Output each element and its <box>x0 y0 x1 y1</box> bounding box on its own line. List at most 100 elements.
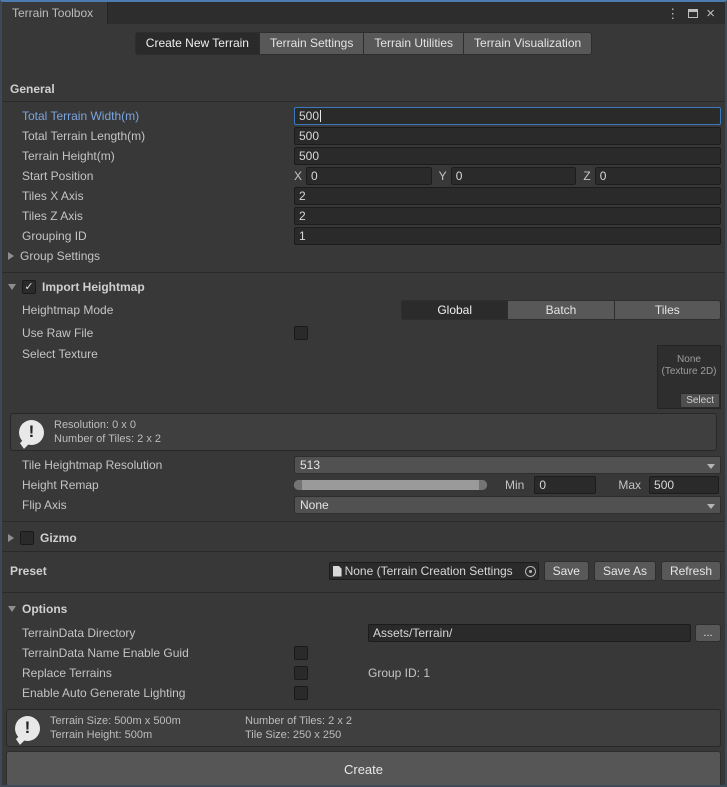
texture-select-button[interactable]: Select <box>680 393 720 408</box>
chevron-down-icon[interactable] <box>8 606 16 612</box>
row-height-remap: Height Remap Min 0 Max 500 <box>2 475 725 495</box>
separator <box>2 551 725 552</box>
total-terrain-length-label: Total Terrain Length(m) <box>22 129 294 143</box>
chevron-down-icon <box>707 464 715 469</box>
terraindata-name-guid-label: TerrainData Name Enable Guid <box>22 646 294 660</box>
row-terraindata-directory: TerrainData Directory Assets/Terrain/ ..… <box>2 623 725 643</box>
tab-terrain-settings[interactable]: Terrain Settings <box>260 32 364 55</box>
row-replace-terrains: Replace Terrains Group ID: 1 <box>2 663 725 683</box>
texture-type-text: (Texture 2D) <box>661 366 716 378</box>
gizmo-section: Gizmo <box>2 528 725 548</box>
menu-kebab-icon[interactable]: ⋮ <box>663 7 682 20</box>
row-select-texture: Select Texture None (Texture 2D) Select <box>2 343 725 409</box>
replace-terrains-checkbox[interactable] <box>294 666 308 680</box>
select-texture-label: Select Texture <box>22 345 294 361</box>
preset-label: Preset <box>10 564 47 578</box>
preset-save-as-button[interactable]: Save As <box>594 561 656 581</box>
import-heightmap-checkbox[interactable]: ✓ <box>22 280 36 294</box>
window-titlebar: Terrain Toolbox ⋮ × <box>2 2 725 24</box>
start-position-z-field[interactable]: 0 <box>595 167 721 185</box>
height-remap-slider[interactable] <box>294 480 487 490</box>
max-label: Max <box>618 478 645 492</box>
preset-object-field[interactable]: None (Terrain Creation Settings <box>329 562 539 580</box>
total-terrain-width-label: Total Terrain Width(m) <box>22 109 294 123</box>
enable-auto-lighting-label: Enable Auto Generate Lighting <box>22 686 294 700</box>
preset-save-button[interactable]: Save <box>544 561 589 581</box>
window-tab[interactable]: Terrain Toolbox <box>2 2 108 24</box>
preset-object-value: None (Terrain Creation Settings <box>345 564 522 578</box>
heightmap-mode-batch-button[interactable]: Batch <box>508 300 614 320</box>
resolution-line: Resolution: 0 x 0 <box>54 418 161 432</box>
flip-axis-dropdown[interactable]: None <box>294 496 721 514</box>
info-icon: ! <box>15 716 40 741</box>
terraindata-directory-field[interactable]: Assets/Terrain/ <box>368 624 691 642</box>
row-tiles-x-axis: Tiles X Axis 2 <box>2 186 725 206</box>
slider-max-handle[interactable] <box>479 480 487 490</box>
min-label: Min <box>505 478 528 492</box>
enable-auto-lighting-checkbox[interactable] <box>294 686 308 700</box>
tile-heightmap-resolution-dropdown[interactable]: 513 <box>294 456 721 474</box>
window-controls: ⋮ × <box>663 2 725 24</box>
heightmap-mode-toggle: Global Batch Tiles <box>401 300 721 320</box>
heightmap-mode-global-button[interactable]: Global <box>401 300 508 320</box>
import-heightmap-label: Import Heightmap <box>42 280 145 294</box>
use-raw-file-checkbox[interactable] <box>294 326 308 340</box>
chevron-right-icon[interactable] <box>8 534 14 542</box>
preset-refresh-button[interactable]: Refresh <box>661 561 721 581</box>
tab-create-new-terrain[interactable]: Create New Terrain <box>135 32 260 55</box>
tiles-x-axis-field[interactable]: 2 <box>294 187 721 205</box>
separator <box>2 592 725 593</box>
tab-terrain-utilities[interactable]: Terrain Utilities <box>364 32 464 55</box>
tab-terrain-visualization[interactable]: Terrain Visualization <box>464 32 592 55</box>
height-remap-min-field[interactable]: 0 <box>534 476 596 494</box>
y-axis-label: Y <box>439 169 451 183</box>
chevron-down-icon <box>707 504 715 509</box>
total-terrain-width-field[interactable]: 500 <box>294 107 721 125</box>
options-label: Options <box>22 602 67 616</box>
tile-heightmap-resolution-label: Tile Heightmap Resolution <box>22 458 294 472</box>
terrain-summary-box: ! Terrain Size: 500m x 500m Terrain Heig… <box>6 709 721 747</box>
tiles-z-axis-field[interactable]: 2 <box>294 207 721 225</box>
grouping-id-field[interactable]: 1 <box>294 227 721 245</box>
slider-fill <box>294 480 487 490</box>
total-terrain-length-field[interactable]: 500 <box>294 127 721 145</box>
texture-object-well[interactable]: None (Texture 2D) Select <box>657 345 721 409</box>
flip-axis-label: Flip Axis <box>22 498 294 512</box>
terrain-height-label: Terrain Height(m) <box>22 149 294 163</box>
row-total-terrain-width: Total Terrain Width(m) 500 <box>2 106 725 126</box>
replace-terrains-label: Replace Terrains <box>22 666 294 680</box>
tiles-x-axis-label: Tiles X Axis <box>22 189 294 203</box>
chevron-right-icon <box>8 252 14 260</box>
slider-min-handle[interactable] <box>294 480 302 490</box>
height-remap-max-field[interactable]: 500 <box>649 476 719 494</box>
terraindata-name-guid-checkbox[interactable] <box>294 646 308 660</box>
separator <box>2 101 725 102</box>
general-header: General <box>2 80 725 98</box>
object-picker-icon[interactable] <box>525 566 536 577</box>
number-of-tiles-text: Number of Tiles: 2 x 2 <box>245 714 352 728</box>
browse-directory-button[interactable]: ... <box>695 624 721 642</box>
row-start-position: Start Position X 0 Y 0 Z 0 <box>2 166 725 186</box>
create-button[interactable]: Create <box>6 751 721 787</box>
options-header: Options <box>2 599 725 619</box>
height-remap-label: Height Remap <box>22 478 294 492</box>
terrain-height-field[interactable]: 500 <box>294 147 721 165</box>
start-position-x-field[interactable]: 0 <box>306 167 432 185</box>
row-tiles-z-axis: Tiles Z Axis 2 <box>2 206 725 226</box>
heightmap-mode-tiles-button[interactable]: Tiles <box>615 300 721 320</box>
group-settings-label: Group Settings <box>20 249 100 263</box>
mode-tab-group: Create New Terrain Terrain Settings Terr… <box>135 32 592 55</box>
import-heightmap-header: ✓ Import Heightmap <box>2 277 725 297</box>
start-position-y-field[interactable]: 0 <box>451 167 577 185</box>
info-icon: ! <box>19 420 44 445</box>
group-settings-foldout[interactable]: Group Settings <box>2 246 725 266</box>
gizmo-checkbox[interactable] <box>20 531 34 545</box>
separator <box>2 521 725 522</box>
maximize-icon[interactable] <box>688 9 698 18</box>
close-icon[interactable]: × <box>704 6 717 21</box>
summary-right-column: Number of Tiles: 2 x 2 Tile Size: 250 x … <box>245 714 352 742</box>
chevron-down-icon[interactable] <box>8 284 16 290</box>
x-axis-label: X <box>294 169 306 183</box>
row-enable-auto-lighting: Enable Auto Generate Lighting <box>2 683 725 703</box>
terraindata-directory-label: TerrainData Directory <box>22 626 294 640</box>
